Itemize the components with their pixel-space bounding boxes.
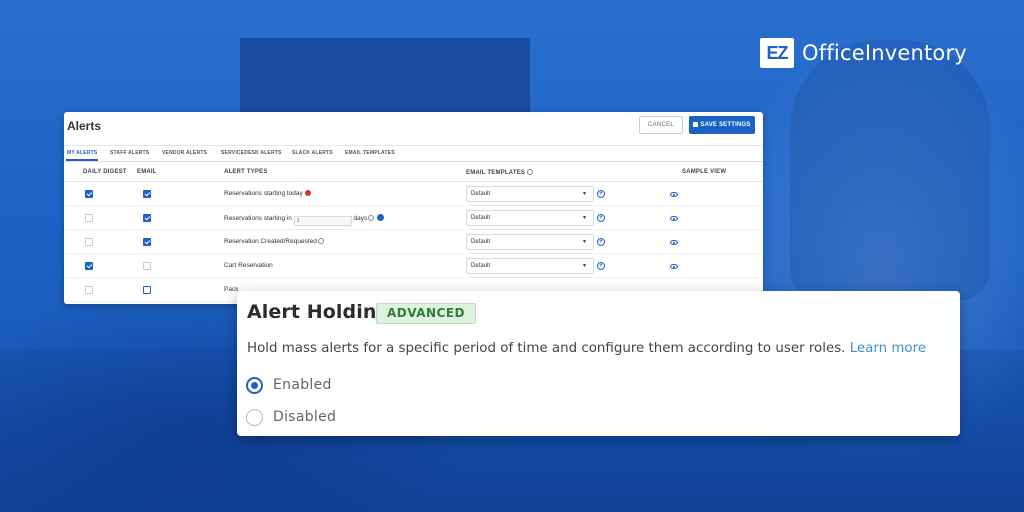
alert-holding-title: Alert Holding xyxy=(247,301,391,323)
brand-logo: EZ OfficeInventory xyxy=(760,38,967,68)
column-sample-view: SAMPLE VIEW xyxy=(682,169,727,175)
tab-my-alerts[interactable]: MY ALERTS xyxy=(65,150,99,161)
page-title: Alerts xyxy=(67,119,102,133)
daily-digest-checkbox[interactable] xyxy=(85,190,93,198)
eye-icon[interactable] xyxy=(670,264,678,269)
tab-servicedesk-alerts[interactable]: SERVICEDESK ALERTS xyxy=(221,150,282,156)
disabled-label: Disabled xyxy=(273,409,337,425)
table-row: Reservation Created/Requested Default ▼ + xyxy=(64,230,763,254)
advanced-badge: ADVANCED xyxy=(376,303,477,324)
email-template-value: Default xyxy=(471,191,491,197)
alert-holding-description: Hold mass alerts for a specific period o… xyxy=(247,341,926,356)
email-checkbox[interactable] xyxy=(143,190,151,198)
tab-staff-alerts[interactable]: STAFF ALERTS xyxy=(110,150,149,156)
panel-header: Alerts CANCEL SAVE SETTINGS xyxy=(64,112,763,146)
tab-slack-alerts[interactable]: SLACK ALERTS xyxy=(292,150,333,156)
column-email-templates: EMAIL TEMPLATES xyxy=(466,169,534,176)
alert-type-cell: Reservation Created/Requested xyxy=(224,238,324,245)
eye-icon[interactable] xyxy=(670,216,678,221)
eye-icon[interactable] xyxy=(670,192,678,197)
save-settings-label: SAVE SETTINGS xyxy=(700,122,751,128)
add-template-icon[interactable]: + xyxy=(597,214,605,222)
learn-more-link[interactable]: Learn more xyxy=(850,341,926,356)
tab-email-templates[interactable]: EMAIL TEMPLATES xyxy=(345,150,395,156)
save-settings-button[interactable]: SAVE SETTINGS xyxy=(689,116,755,134)
add-template-icon[interactable]: + xyxy=(597,190,605,198)
email-template-value: Default xyxy=(471,239,491,245)
email-template-value: Default xyxy=(471,263,491,269)
table-row: Cart Reservation Default ▼ + xyxy=(64,254,763,278)
email-template-select[interactable]: Default ▼ xyxy=(466,258,594,274)
alarm-icon xyxy=(304,190,311,196)
disabled-option[interactable]: Disabled xyxy=(246,407,336,427)
email-checkbox[interactable] xyxy=(143,286,151,294)
email-template-select[interactable]: Default ▼ xyxy=(466,186,594,202)
add-template-icon[interactable]: + xyxy=(597,238,605,246)
caret-down-icon: ▼ xyxy=(582,191,587,197)
email-template-select[interactable]: Default ▼ xyxy=(466,234,594,250)
tab-vendor-alerts[interactable]: VENDOR ALERTS xyxy=(162,150,207,156)
enabled-radio[interactable] xyxy=(246,376,263,394)
email-checkbox[interactable] xyxy=(143,238,151,246)
alert-type-cell: Pack xyxy=(224,286,239,293)
alert-type-cell: Cart Reservation xyxy=(224,262,273,269)
email-template-select[interactable]: Default ▼ xyxy=(466,210,594,226)
alert-holding-card: Alert Holding ADVANCED Hold mass alerts … xyxy=(237,291,960,436)
background-person xyxy=(790,40,990,300)
alert-type-label: Reservations starting in xyxy=(224,215,292,222)
eye-icon[interactable] xyxy=(670,240,678,245)
alerts-panel: Alerts CANCEL SAVE SETTINGS MY ALERTS ST… xyxy=(64,112,763,304)
caret-down-icon: ▼ xyxy=(582,215,587,221)
logo-mark: EZ xyxy=(760,38,794,68)
column-daily-digest: DAILY DIGEST xyxy=(83,169,127,175)
daily-digest-checkbox[interactable] xyxy=(85,262,93,270)
enabled-option[interactable]: Enabled xyxy=(246,375,332,395)
email-checkbox[interactable] xyxy=(143,262,151,270)
info-icon xyxy=(317,238,324,244)
email-checkbox[interactable] xyxy=(143,214,151,222)
caret-down-icon: ▼ xyxy=(582,263,587,269)
email-template-value: Default xyxy=(471,215,491,221)
alert-type-label: Reservations starting today xyxy=(224,190,303,197)
cancel-button[interactable]: CANCEL xyxy=(639,116,683,134)
save-icon xyxy=(693,122,699,127)
enabled-label: Enabled xyxy=(273,377,332,393)
info-icon xyxy=(527,169,534,175)
add-template-icon[interactable]: + xyxy=(597,262,605,270)
alert-type-label: Reservation Created/Requested xyxy=(224,238,317,245)
caret-down-icon: ▼ xyxy=(582,239,587,245)
user-icon xyxy=(377,214,385,221)
alert-tabs: MY ALERTS STAFF ALERTS VENDOR ALERTS SER… xyxy=(64,146,763,162)
daily-digest-checkbox[interactable] xyxy=(85,286,93,294)
description-text: Hold mass alerts for a specific period o… xyxy=(247,341,846,356)
days-suffix: days xyxy=(353,215,368,222)
background-monitor xyxy=(240,38,530,118)
alert-type-cell: Reservations starting today xyxy=(224,190,311,197)
column-email-templates-label: EMAIL TEMPLATES xyxy=(466,170,526,176)
info-icon xyxy=(368,215,375,221)
table-header: DAILY DIGEST EMAIL ALERT TYPES EMAIL TEM… xyxy=(64,162,763,182)
column-email: EMAIL xyxy=(137,169,157,175)
table-row: Reservations starting in 1 days Default ▼… xyxy=(64,206,763,230)
disabled-radio[interactable] xyxy=(246,408,263,426)
daily-digest-checkbox[interactable] xyxy=(85,238,93,246)
brand-name: OfficeInventory xyxy=(802,41,967,65)
days-input[interactable]: 1 xyxy=(293,216,352,226)
table-row: Reservations starting today Default ▼ + xyxy=(64,182,763,206)
alert-type-cell: Reservations starting in 1 days xyxy=(224,214,385,226)
column-alert-types: ALERT TYPES xyxy=(224,169,268,175)
daily-digest-checkbox[interactable] xyxy=(85,214,93,222)
